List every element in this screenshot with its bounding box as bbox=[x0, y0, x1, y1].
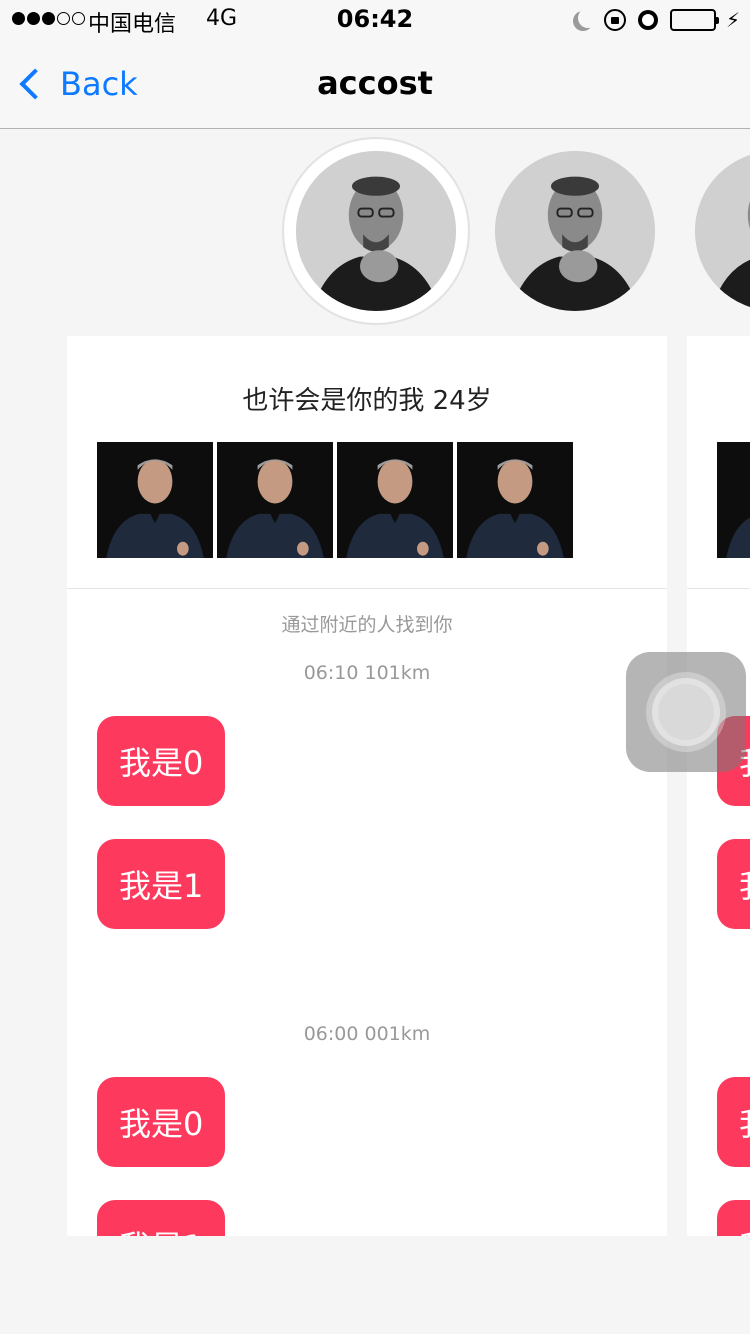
message-bubble[interactable]: 我是1 bbox=[717, 1200, 750, 1236]
photo-thumbnail[interactable] bbox=[217, 442, 333, 558]
message-bubble[interactable]: 我是1 bbox=[97, 1200, 226, 1236]
avatar[interactable] bbox=[695, 151, 750, 311]
charging-bolt-icon: ⚡ bbox=[725, 8, 740, 32]
assistive-touch-icon bbox=[658, 684, 714, 740]
avatar[interactable] bbox=[495, 151, 655, 311]
portrait-image bbox=[457, 442, 573, 558]
message-bubble[interactable]: 我是0 bbox=[97, 1077, 226, 1167]
photo-strip bbox=[717, 442, 750, 558]
divider bbox=[687, 588, 750, 589]
message-meta: 06:00 001km bbox=[303, 1023, 431, 1045]
portrait-image bbox=[695, 151, 750, 311]
alarm-icon bbox=[637, 10, 658, 30]
photo-strip bbox=[97, 442, 573, 558]
photo-thumbnail[interactable] bbox=[457, 442, 573, 558]
battery-icon bbox=[669, 9, 719, 31]
avatar-selected[interactable] bbox=[296, 151, 456, 311]
message-bubble[interactable]: 我是0 bbox=[97, 716, 226, 806]
profile-card-next[interactable]: 我是0 我是1 我是0 我是1 bbox=[687, 336, 750, 1236]
rotation-lock-icon bbox=[603, 9, 626, 31]
navigation-bar: Back accost bbox=[0, 40, 750, 129]
message-meta: 06:10 101km bbox=[303, 662, 431, 684]
assistive-touch-button[interactable] bbox=[626, 652, 746, 772]
portrait-image bbox=[495, 151, 655, 311]
message-bubble[interactable]: 我是1 bbox=[97, 839, 226, 929]
card-title: 也许会是你的我 24岁 bbox=[242, 386, 492, 416]
message-bubble[interactable]: 我是1 bbox=[717, 839, 750, 929]
photo-thumbnail[interactable] bbox=[337, 442, 453, 558]
status-icons: ⚡ bbox=[572, 8, 740, 32]
portrait-image bbox=[97, 442, 213, 558]
photo-thumbnail[interactable] bbox=[97, 442, 213, 558]
moon-icon bbox=[578, 8, 598, 28]
divider bbox=[67, 588, 667, 589]
portrait-image bbox=[217, 442, 333, 558]
profile-card[interactable]: 也许会是你的我 24岁 通过附近的人找到你 06:10 101km 我是0 我是… bbox=[67, 336, 667, 1236]
avatar-carousel[interactable] bbox=[0, 129, 750, 329]
photo-thumbnail[interactable] bbox=[717, 442, 750, 558]
portrait-image bbox=[717, 442, 750, 558]
message-bubble[interactable]: 我是0 bbox=[717, 1077, 750, 1167]
portrait-image bbox=[337, 442, 453, 558]
screen: 中国电信 4G 06:42 ⚡ Back accost 也许会是你的我 24岁 … bbox=[0, 0, 750, 1334]
found-via-label: 通过附近的人找到你 bbox=[281, 614, 453, 636]
page-title: accost bbox=[317, 64, 433, 102]
status-bar: 中国电信 4G 06:42 ⚡ bbox=[0, 0, 750, 40]
portrait-image bbox=[296, 151, 456, 311]
